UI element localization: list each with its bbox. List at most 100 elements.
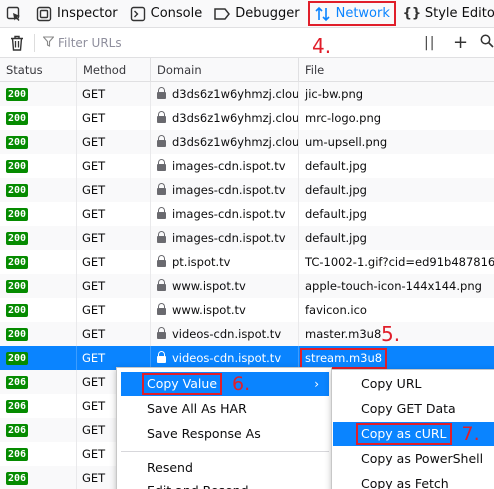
copy-value-submenu: Copy URL Copy GET Data Copy as cURL 7. C… (331, 369, 494, 489)
lock-icon (157, 327, 166, 339)
column-header-method[interactable]: Method (76, 58, 150, 82)
table-row[interactable]: 200 GET www.ispot.tv favicon.ico (0, 298, 494, 322)
method-cell: GET (76, 298, 150, 322)
table-row[interactable]: 200 GET images-cdn.ispot.tv default.jpg (0, 226, 494, 250)
tab-network-label: Network (335, 6, 390, 21)
lock-icon (157, 87, 166, 99)
element-picker-button[interactable] (0, 0, 30, 28)
toolbar-divider (34, 33, 35, 52)
table-row[interactable]: 200 GET d3ds6z1w6yhmzj.clou... mrc-logo.… (0, 106, 494, 130)
menu-item-edit-and-resend[interactable]: Edit and Resend (121, 479, 329, 489)
menu-item-resend[interactable]: Resend (121, 456, 329, 480)
element-picker-icon (6, 6, 22, 22)
annotation-step-4: 4. (312, 34, 332, 58)
tab-style-editor[interactable]: {} Style Editor (398, 0, 494, 28)
menu-separator (121, 451, 329, 452)
tab-style-editor-label: Style Editor (424, 6, 494, 21)
table-row[interactable]: 200 GET d3ds6z1w6yhmzj.clou... jic-bw.pn… (0, 82, 494, 106)
pause-icon[interactable]: || (424, 35, 435, 51)
status-badge: 206 (6, 376, 29, 389)
network-filter-bar: || + (0, 28, 494, 58)
domain-cell: d3ds6z1w6yhmzj.clou... (172, 135, 298, 149)
status-badge: 200 (6, 160, 29, 173)
menu-item-copy-as-powershell[interactable]: Copy as PowerShell (333, 447, 494, 471)
lock-icon (157, 159, 166, 171)
inspector-icon (35, 6, 53, 22)
method-cell: GET (76, 154, 150, 178)
network-icon (314, 6, 332, 22)
lock-icon (157, 135, 166, 147)
file-cell: stream.m3u8 (300, 348, 388, 369)
domain-cell: d3ds6z1w6yhmzj.clou... (172, 87, 298, 101)
file-cell: jic-bw.png (298, 82, 494, 106)
lock-icon (157, 111, 166, 123)
filter-icon (42, 35, 55, 50)
tab-debugger-label: Debugger (235, 6, 300, 21)
file-cell: default.jpg (298, 226, 494, 250)
menu-item-save-response-as[interactable]: Save Response As (121, 422, 329, 446)
table-row[interactable]: 200 GET videos-cdn.ispot.tv master.m3u8 (0, 322, 494, 346)
column-header-domain[interactable]: Domain (150, 58, 298, 82)
status-badge: 200 (6, 328, 29, 341)
domain-cell: d3ds6z1w6yhmzj.clou... (172, 111, 298, 125)
lock-icon (157, 303, 166, 315)
status-badge: 200 (6, 112, 29, 125)
lock-icon (157, 183, 166, 195)
file-cell: TC-1002-1.gif?cid=ed91b4878162e72 (298, 250, 494, 274)
filter-urls-input[interactable] (58, 35, 398, 50)
file-cell: um-upsell.png (298, 130, 494, 154)
menu-item-copy-url[interactable]: Copy URL (333, 372, 494, 396)
column-header-status[interactable]: Status (0, 58, 76, 82)
file-cell: default.jpg (298, 154, 494, 178)
search-icon[interactable] (480, 34, 494, 52)
method-cell: GET (76, 250, 150, 274)
file-cell: favicon.ico (298, 298, 494, 322)
method-cell: GET (76, 178, 150, 202)
table-row[interactable]: 200 GET www.ispot.tv apple-touch-icon-14… (0, 274, 494, 298)
tab-network[interactable]: Network (307, 1, 396, 26)
domain-cell: images-cdn.ispot.tv (172, 207, 286, 221)
lock-icon (157, 231, 166, 243)
domain-cell: www.ispot.tv (172, 279, 246, 293)
menu-item-copy-as-fetch[interactable]: Copy as Fetch (333, 472, 494, 489)
add-icon[interactable]: + (453, 32, 468, 53)
table-row[interactable]: 200 GET images-cdn.ispot.tv default.jpg (0, 154, 494, 178)
lock-icon (157, 207, 166, 219)
menu-item-copy-get-data[interactable]: Copy GET Data (333, 397, 494, 421)
table-row[interactable]: 200 GET images-cdn.ispot.tv default.jpg (0, 202, 494, 226)
method-cell: GET (76, 322, 150, 346)
tab-inspector[interactable]: Inspector (30, 0, 124, 28)
method-cell: GET (76, 106, 150, 130)
annotation-step-7: 7. (461, 423, 480, 445)
menu-item-copy-value[interactable]: Copy Value 6. › (121, 372, 329, 396)
tab-debugger[interactable]: Debugger (208, 0, 305, 28)
status-badge: 206 (6, 424, 29, 437)
tab-console[interactable]: Console (124, 0, 209, 28)
status-badge: 200 (6, 136, 29, 149)
method-cell: GET (76, 274, 150, 298)
method-cell: GET (76, 226, 150, 250)
domain-cell: videos-cdn.ispot.tv (172, 351, 282, 365)
status-badge: 200 (6, 184, 29, 197)
annotation-step-5: 5. (381, 322, 401, 346)
lock-icon (157, 255, 166, 267)
status-badge: 200 (6, 352, 29, 365)
domain-cell: images-cdn.ispot.tv (172, 231, 286, 245)
table-row[interactable]: 200 GET images-cdn.ispot.tv default.jpg (0, 178, 494, 202)
menu-item-label: Copy Value (147, 376, 218, 391)
lock-icon (157, 351, 166, 363)
menu-item-copy-as-curl[interactable]: Copy as cURL 7. (333, 422, 494, 446)
devtools-toolbar: Inspector Console Debugger Network {} St… (0, 0, 494, 28)
domain-cell: pt.ispot.tv (172, 255, 231, 269)
column-header-file[interactable]: File (298, 58, 494, 82)
table-row[interactable]: 200 GET d3ds6z1w6yhmzj.clou... um-upsell… (0, 130, 494, 154)
style-editor-icon: {} (402, 6, 422, 21)
table-row[interactable]: 200 GET pt.ispot.tv TC-1002-1.gif?cid=ed… (0, 250, 494, 274)
trash-icon[interactable] (0, 35, 34, 51)
status-badge: 206 (6, 472, 29, 485)
domain-cell: images-cdn.ispot.tv (172, 159, 286, 173)
domain-cell: videos-cdn.ispot.tv (172, 327, 282, 341)
file-cell: apple-touch-icon-144x144.png (298, 274, 494, 298)
status-badge: 206 (6, 400, 29, 413)
menu-item-save-all-as-har[interactable]: Save All As HAR (121, 397, 329, 421)
